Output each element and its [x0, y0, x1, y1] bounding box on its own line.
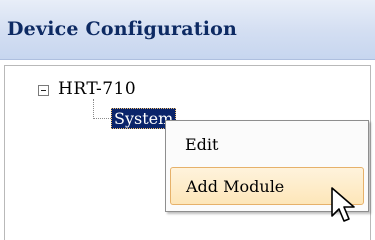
- menu-item-edit[interactable]: Edit: [170, 126, 364, 164]
- window-title: Device Configuration: [7, 18, 237, 40]
- tree-node-hrt-710[interactable]: HRT-710: [58, 79, 136, 99]
- collapse-minus-icon[interactable]: [38, 85, 49, 96]
- tree-connector-vertical: [93, 99, 94, 119]
- mouse-pointer-icon: [331, 187, 355, 222]
- device-configuration-window: Device Configuration HRT-710 System Edit…: [0, 0, 375, 240]
- tree-connector-horizontal: [93, 118, 111, 119]
- title-bar: Device Configuration: [0, 0, 375, 60]
